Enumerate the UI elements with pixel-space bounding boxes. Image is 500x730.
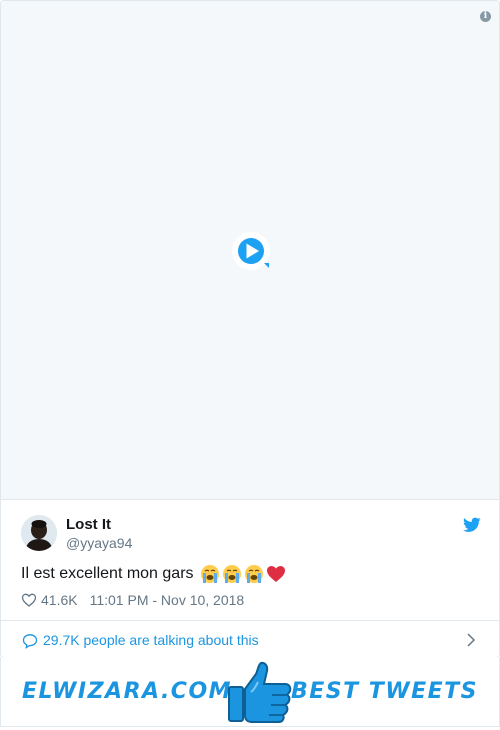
tweet-text-content: Il est excellent mon gars (21, 565, 194, 582)
avatar-image (21, 515, 57, 551)
tweet-text: Il est excellent mon gars (21, 564, 286, 584)
thumbs-up-icon (228, 661, 292, 723)
loudly-crying-face-icon (200, 565, 219, 583)
chevron-right-icon[interactable] (465, 632, 477, 648)
tweet-meta: 41.6K 11:01 PM - Nov 10, 2018 (21, 592, 244, 608)
banner-site-name[interactable]: ELWIZARA.COM (22, 679, 232, 704)
info-icon[interactable]: i (480, 11, 491, 22)
loudly-crying-face-icon (222, 565, 241, 583)
heart-outline-icon[interactable] (21, 592, 37, 608)
tweet-header: Lost It @yyaya94 (21, 515, 481, 555)
timestamp[interactable]: 11:01 PM - Nov 10, 2018 (90, 592, 245, 608)
avatar[interactable] (21, 515, 57, 551)
red-heart-icon (266, 566, 285, 582)
twitter-bird-icon[interactable] (463, 517, 481, 533)
like-count[interactable]: 41.6K (41, 592, 78, 608)
conversation-link[interactable]: 29.7K people are talking about this (1, 620, 499, 657)
screen-name[interactable]: @yyaya94 (66, 535, 132, 551)
promo-banner: ELWIZARA.COM BEST TWEETS (0, 657, 500, 727)
conversation-text[interactable]: 29.7K people are talking about this (43, 632, 259, 648)
tweet-embed: i Lost It @yyaya94 Il est excellent mon … (0, 0, 500, 658)
comment-bubble-icon (22, 634, 38, 649)
display-name[interactable]: Lost It (66, 516, 111, 533)
loudly-crying-face-icon (244, 565, 263, 583)
play-icon[interactable] (231, 231, 271, 271)
emoji-row (200, 564, 286, 584)
video-area[interactable]: i (1, 1, 499, 500)
banner-tagline[interactable]: BEST TWEETS (291, 679, 478, 704)
